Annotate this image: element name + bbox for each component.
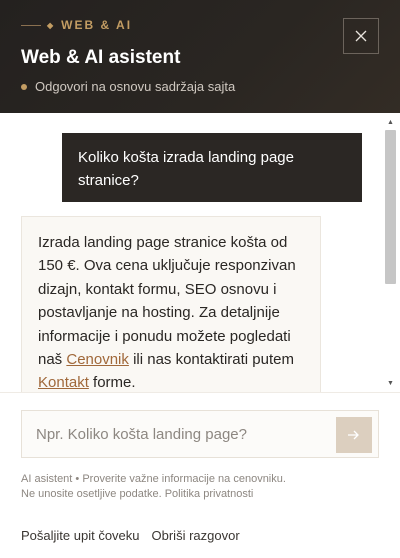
chat-header: ◆ WEB & AI Web & AI asistent Odgovori na…	[0, 0, 400, 113]
eyebrow-line	[21, 24, 41, 26]
scrollbar-thumb[interactable]	[385, 130, 396, 284]
scrollbar[interactable]: ▲ ▼	[383, 113, 398, 392]
assistant-text-end: forme.	[88, 374, 136, 392]
assistant-text-middle: ili nas kontaktirati putem	[128, 351, 294, 369]
assistant-text: Izrada landing page stranice košta od 15…	[38, 234, 296, 369]
subtitle-text: Odgovori na osnovu sadržaja sajta	[35, 79, 236, 94]
contact-link[interactable]: Kontakt	[38, 374, 89, 391]
chat-panel: ◆ WEB & AI Web & AI asistent Odgovori na…	[0, 0, 400, 558]
send-to-human-button[interactable]: Pošaljite upit čoveku	[21, 528, 140, 543]
close-button[interactable]	[343, 18, 379, 54]
chat-subtitle: Odgovori na osnovu sadržaja sajta	[21, 79, 235, 94]
message-input[interactable]	[22, 411, 322, 457]
scroll-up-arrow-icon[interactable]: ▲	[383, 115, 398, 129]
footer-actions: Pošaljite upit čoveku Obriši razgovor	[21, 528, 240, 543]
chat-footer: AI asistent • Proverite važne informacij…	[0, 392, 400, 558]
arrow-right-icon	[348, 430, 359, 440]
close-icon	[355, 30, 367, 42]
clear-chat-button[interactable]: Obriši razgovor	[152, 528, 240, 543]
user-message: Koliko košta izrada landing page stranic…	[62, 133, 362, 202]
send-button[interactable]	[336, 417, 372, 453]
assistant-message: Izrada landing page stranice košta od 15…	[21, 216, 321, 392]
chat-title: Web & AI asistent	[21, 47, 181, 68]
status-dot	[21, 83, 27, 90]
message-list[interactable]: Koliko košta izrada landing page stranic…	[0, 113, 400, 392]
eyebrow-label: WEB & AI	[61, 18, 133, 32]
scroll-down-arrow-icon[interactable]: ▼	[383, 376, 398, 390]
disclaimer: AI asistent • Proverite važne informacij…	[21, 473, 286, 500]
diamond-icon: ◆	[47, 20, 56, 30]
eyebrow: ◆ WEB & AI	[21, 17, 132, 33]
pricing-link[interactable]: Cenovnik	[66, 351, 129, 368]
composer	[21, 410, 379, 458]
